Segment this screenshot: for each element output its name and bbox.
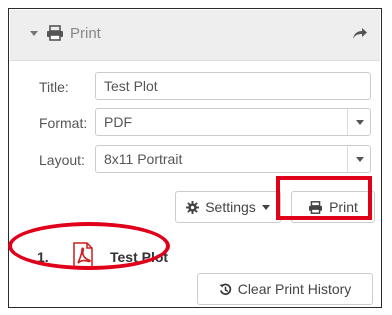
chevron-down-icon (347, 146, 370, 172)
title-input-value: Test Plot (104, 78, 158, 94)
chevron-down-icon (347, 109, 370, 135)
history-item-highlight (8, 222, 170, 270)
history-icon (219, 283, 231, 295)
print-button-highlight (276, 176, 372, 220)
settings-button-label: Settings (205, 199, 256, 215)
printer-icon (47, 25, 63, 41)
layout-select[interactable]: 8x11 Portrait (95, 145, 371, 173)
print-widget-header[interactable]: Print (10, 10, 380, 61)
caret-down-icon[interactable] (30, 31, 38, 36)
format-select-value: PDF (104, 114, 132, 130)
layout-label: Layout: (39, 152, 85, 168)
format-select[interactable]: PDF (95, 108, 371, 136)
widget-title: Print (70, 25, 101, 42)
title-input[interactable]: Test Plot (95, 72, 371, 100)
share-arrow-icon[interactable] (352, 26, 368, 40)
gear-icon (186, 200, 200, 214)
settings-button[interactable]: Settings (175, 191, 281, 223)
clear-history-label: Clear Print History (237, 281, 352, 297)
clear-print-history-button[interactable]: Clear Print History (197, 273, 373, 305)
title-label: Title: (39, 79, 69, 95)
layout-select-value: 8x11 Portrait (104, 151, 183, 167)
caret-down-icon (261, 204, 270, 210)
format-label: Format: (39, 115, 88, 131)
